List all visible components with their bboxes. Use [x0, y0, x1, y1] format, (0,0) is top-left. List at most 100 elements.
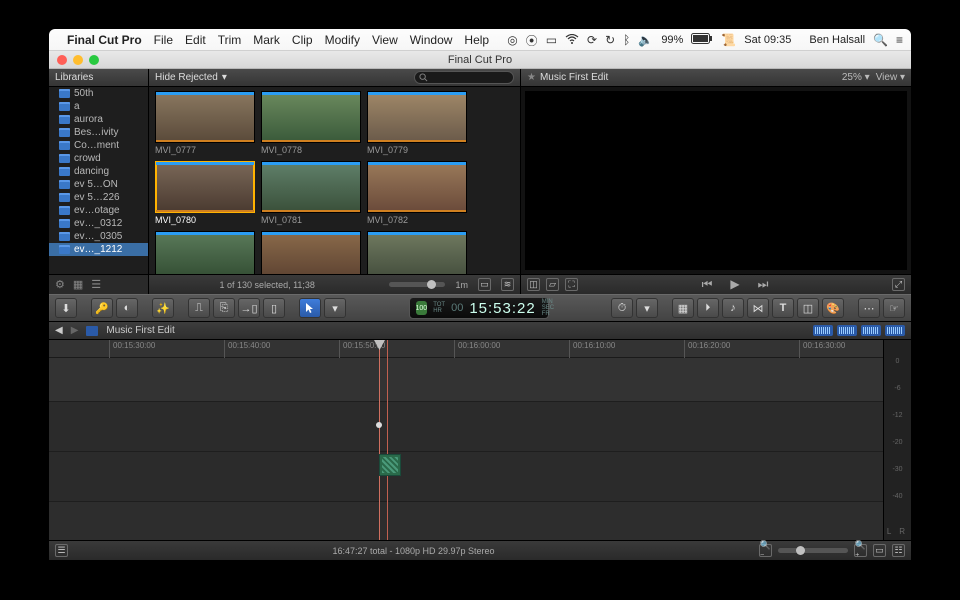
battery-percent[interactable]: 99%: [661, 34, 683, 46]
enhance-button[interactable]: ✨: [152, 298, 174, 318]
library-item[interactable]: aurora: [49, 113, 148, 126]
snapping-button[interactable]: [885, 325, 905, 336]
distort-button[interactable]: ⛶: [565, 278, 578, 291]
timeline-zoom-slider[interactable]: [778, 548, 848, 553]
bg-tasks-button[interactable]: ◐: [116, 298, 138, 318]
menu-mark[interactable]: Mark: [253, 33, 280, 47]
library-item[interactable]: Bes…ivity: [49, 126, 148, 139]
library-item[interactable]: ev 5…ON: [49, 178, 148, 191]
lane-primary[interactable]: [49, 402, 883, 452]
effects-browser-button[interactable]: ▦: [672, 298, 694, 318]
menubar-clock[interactable]: Sat 09:35: [744, 34, 791, 46]
clip-thumbnail[interactable]: [261, 91, 361, 143]
clip-settings-menu[interactable]: ▾: [636, 298, 658, 318]
zoom-out-button[interactable]: 🔍⁻: [759, 544, 772, 557]
trim-tool-menu[interactable]: ▾: [324, 298, 346, 318]
library-item[interactable]: crowd: [49, 152, 148, 165]
clip-thumbnail[interactable]: [261, 161, 361, 213]
timeline-tracks[interactable]: 00:15:30:0000:15:40:0000:15:50:0000:16:0…: [49, 340, 883, 540]
lane-connected[interactable]: [49, 358, 883, 402]
browser-clip[interactable]: MVI_0779: [367, 91, 467, 155]
clip-thumbnail[interactable]: [367, 231, 467, 274]
viewer-zoom[interactable]: 25% ▾: [842, 72, 870, 83]
sync-icon[interactable]: ⟳: [587, 33, 597, 47]
playhead[interactable]: [379, 340, 380, 540]
timeline-ruler[interactable]: 00:15:30:0000:15:40:0000:15:50:0000:16:0…: [49, 340, 883, 358]
overwrite-clip-button[interactable]: ▯: [263, 298, 285, 318]
menubar-user[interactable]: Ben Halsall: [809, 34, 865, 46]
filmstrip-view-icon[interactable]: ▦: [73, 278, 83, 291]
menu-trim[interactable]: Trim: [218, 33, 242, 47]
titles-browser-button[interactable]: T: [772, 298, 794, 318]
menu-help[interactable]: Help: [464, 33, 489, 47]
insert-clip-button[interactable]: ⎘: [213, 298, 235, 318]
clip-thumbnail[interactable]: [261, 231, 361, 274]
volume-icon[interactable]: 🔈: [638, 33, 653, 47]
fullscreen-button[interactable]: ⤢: [892, 278, 905, 291]
connect-clip-button[interactable]: ⎍: [188, 298, 210, 318]
record-icon[interactable]: ⦿: [526, 32, 538, 49]
audio-skimming-button[interactable]: [837, 325, 857, 336]
photos-browser-button[interactable]: 🞂: [697, 298, 719, 318]
history-fwd-button[interactable]: ▶: [71, 325, 79, 336]
zoom-in-button[interactable]: 🔍⁺: [854, 544, 867, 557]
library-item[interactable]: dancing: [49, 165, 148, 178]
dragged-clip-preview[interactable]: [379, 454, 401, 476]
viewer-canvas[interactable]: [525, 91, 907, 270]
menu-window[interactable]: Window: [410, 33, 453, 47]
filter-menu[interactable]: Hide Rejected ▾: [155, 72, 227, 83]
browser-clip[interactable]: MVI_0784: [261, 231, 361, 274]
append-clip-button[interactable]: →▯: [238, 298, 260, 318]
clip-thumbnail[interactable]: [155, 91, 255, 143]
clip-thumbnail[interactable]: [155, 231, 255, 274]
notifications-icon[interactable]: ≡: [896, 33, 903, 47]
generators-browser-button[interactable]: ◫: [797, 298, 819, 318]
library-item[interactable]: 50th: [49, 87, 148, 100]
music-browser-button[interactable]: ♪: [722, 298, 744, 318]
marker-dot[interactable]: [376, 422, 382, 428]
clip-thumbnail[interactable]: [367, 161, 467, 213]
transform-button[interactable]: ◫: [527, 278, 540, 291]
play-button[interactable]: ▶: [730, 277, 739, 292]
clip-thumbnail[interactable]: [155, 161, 255, 213]
lane-audio[interactable]: [49, 452, 883, 502]
list-view-icon[interactable]: ☰: [91, 278, 101, 291]
spotlight-icon[interactable]: 🔍: [873, 33, 888, 47]
menu-edit[interactable]: Edit: [185, 33, 206, 47]
history-back-button[interactable]: ◀: [55, 325, 63, 336]
next-edit-button[interactable]: ⏭: [758, 277, 769, 292]
keyword-button[interactable]: 🔑: [91, 298, 113, 318]
retime-button[interactable]: ⏱: [611, 298, 633, 318]
solo-button[interactable]: [861, 325, 881, 336]
library-item[interactable]: ev 5…226: [49, 191, 148, 204]
browser-clip[interactable]: MVI_0785: [367, 231, 467, 274]
library-item[interactable]: ev…otage: [49, 204, 148, 217]
share-button[interactable]: ☞: [883, 298, 905, 318]
library-item[interactable]: a: [49, 100, 148, 113]
bluetooth-icon[interactable]: ᛒ: [623, 33, 630, 47]
timemachine-icon[interactable]: ↻: [605, 33, 615, 47]
menu-file[interactable]: File: [154, 33, 173, 47]
select-tool[interactable]: [299, 298, 321, 318]
browser-clip[interactable]: MVI_0780: [155, 161, 255, 225]
clip-thumbnail[interactable]: [367, 91, 467, 143]
gear-icon[interactable]: ⚙: [55, 278, 65, 291]
thumb-size-slider[interactable]: [389, 282, 445, 287]
crop-button[interactable]: ▱: [546, 278, 559, 291]
browser-clip[interactable]: MVI_0783: [155, 231, 255, 274]
browser-clip[interactable]: MVI_0777: [155, 91, 255, 155]
menu-modify[interactable]: Modify: [325, 33, 360, 47]
libraries-list[interactable]: 50thaauroraBes…ivityCo…mentcrowddancinge…: [49, 87, 148, 274]
prev-edit-button[interactable]: ⏮: [702, 277, 713, 292]
wifi-icon[interactable]: [565, 33, 579, 47]
inspector-button[interactable]: ⋯: [858, 298, 880, 318]
themes-browser-button[interactable]: 🎨: [822, 298, 844, 318]
app-name[interactable]: Final Cut Pro: [67, 33, 142, 47]
menu-view[interactable]: View: [372, 33, 398, 47]
compass-icon[interactable]: ◎: [507, 33, 517, 47]
favorite-icon[interactable]: ★: [527, 72, 536, 83]
menu-clip[interactable]: Clip: [292, 33, 313, 47]
clip-appearance-button[interactable]: ▭: [478, 278, 491, 291]
toggle-waveforms-button[interactable]: ≋: [501, 278, 514, 291]
library-item[interactable]: ev…_0305: [49, 230, 148, 243]
